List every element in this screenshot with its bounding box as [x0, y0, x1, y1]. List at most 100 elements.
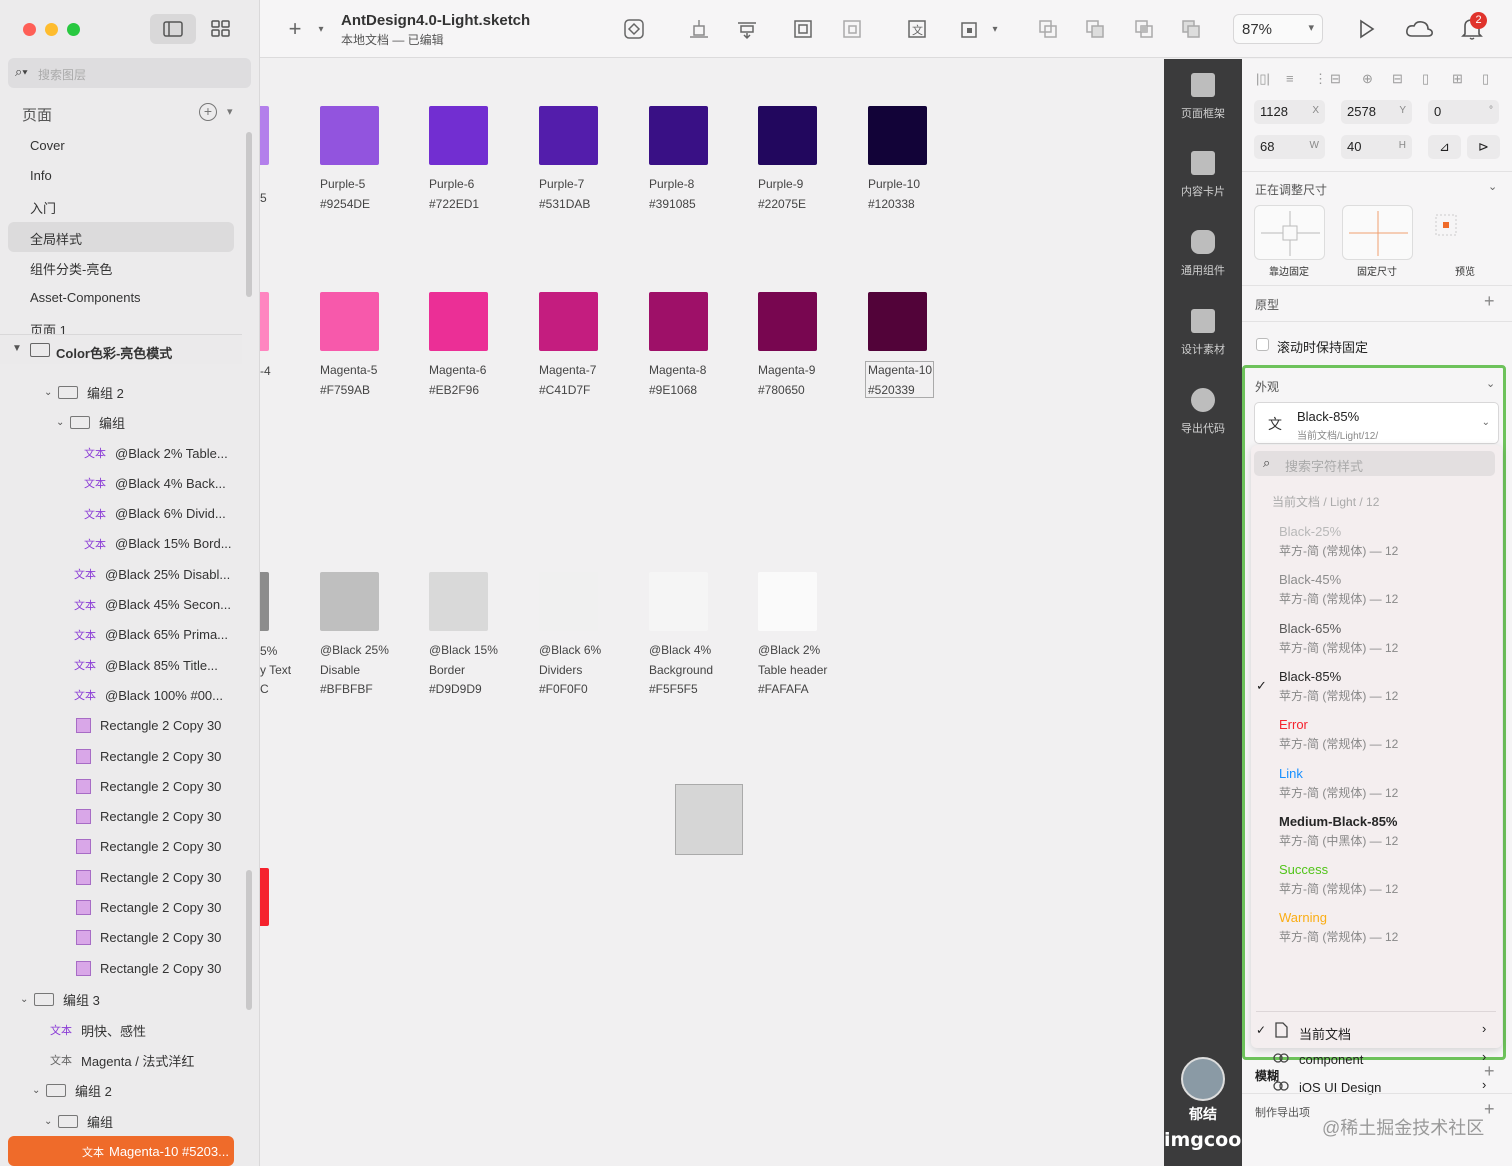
sidebar-toggle-button[interactable]	[150, 14, 196, 44]
layer-text-row[interactable]: 文本 @Black 45% Secon...	[74, 590, 231, 620]
add-page-button[interactable]: +	[199, 103, 217, 121]
layer-group-row[interactable]: ⌄ 编组 2	[32, 1075, 112, 1105]
layer-text-row[interactable]: 文本 @Black 65% Prima...	[74, 620, 228, 650]
chevron-down-icon[interactable]: ▾	[227, 105, 233, 118]
text-style-option[interactable]: Black-65% 苹方-简 (常规体) — 12	[1251, 615, 1502, 663]
design-canvas[interactable]: 5 -4 5% y Text C Purple-5 #9254DE Purple-6…	[260, 59, 1164, 1166]
layer-group-row[interactable]: ⌄ 编组	[56, 407, 125, 437]
content-card-button[interactable]: 内容卡片	[1164, 151, 1242, 199]
color-swatch[interactable]	[758, 572, 817, 631]
layer-text-row[interactable]: 文本 @Black 2% Table...	[84, 438, 228, 468]
intersect-button[interactable]	[1131, 16, 1157, 42]
add-prototype-button[interactable]: +	[1484, 291, 1495, 312]
avatar[interactable]	[1181, 1057, 1225, 1101]
grid-view-button[interactable]	[208, 19, 234, 39]
page-item[interactable]: 入门	[8, 191, 234, 221]
align-hcenter-icon[interactable]: ⊞	[1452, 71, 1468, 87]
align-left-icon[interactable]: |▯|	[1256, 71, 1272, 87]
flip-button[interactable]: ⊿	[1428, 135, 1461, 159]
frame-button[interactable]	[790, 16, 816, 42]
align-center-icon[interactable]: ≡	[1286, 71, 1302, 87]
align-right-edge-icon[interactable]: ▯	[1482, 71, 1498, 87]
page-item[interactable]: 全局样式	[8, 222, 234, 252]
page-frame-button[interactable]: 页面框架	[1164, 73, 1242, 121]
text-style-option[interactable]: Black-25% 苹方-简 (常规体) — 12	[1251, 518, 1502, 566]
layer-rect-row[interactable]: Rectangle 2 Copy 30	[76, 893, 221, 923]
rotation-field[interactable]: 0 °	[1428, 100, 1499, 124]
text-style-option[interactable]: Error 苹方-简 (常规体) — 12	[1251, 711, 1502, 759]
text-style-option[interactable]: ✓ Black-85% 苹方-简 (常规体) — 12	[1251, 663, 1502, 711]
resize-menu-button[interactable]: ▾	[982, 16, 1008, 42]
page-item[interactable]: Asset-Components	[8, 283, 234, 313]
text-style-option[interactable]: Success 苹方-简 (常规体) — 12	[1251, 856, 1502, 904]
align-bottom-button[interactable]	[686, 16, 712, 42]
layer-search-input[interactable]: ⌕▾ 搜索图层	[8, 58, 251, 88]
insert-menu-button[interactable]: ▾	[308, 16, 334, 42]
subtract-button[interactable]	[1082, 16, 1108, 42]
align-bottom-icon[interactable]: ⊟	[1392, 71, 1408, 87]
layer-text-row[interactable]: 文本 @Black 4% Back...	[84, 468, 226, 498]
zoom-select[interactable]: 87% ▾	[1233, 14, 1323, 44]
text-style-option[interactable]: Black-45% 苹方-简 (常规体) — 12	[1251, 566, 1502, 614]
page-item[interactable]: Cover	[8, 131, 234, 161]
ungroup-button[interactable]	[839, 16, 865, 42]
fix-on-scroll-checkbox[interactable]	[1256, 338, 1269, 351]
color-swatch[interactable]	[539, 106, 598, 165]
text-style-select[interactable]: 文 Black-85% 当前文档/Light/12/ ⌄	[1254, 402, 1499, 444]
cloud-button[interactable]	[1405, 16, 1435, 42]
color-swatch[interactable]	[320, 572, 379, 631]
chevron-down-icon[interactable]: ⌄	[32, 1085, 46, 1096]
fixed-size-box[interactable]	[1342, 205, 1413, 260]
selection-box[interactable]	[865, 361, 934, 398]
color-swatch[interactable]	[320, 106, 379, 165]
layer-text-row[interactable]: 文本 @Black 100% #00...	[74, 680, 223, 710]
y-field[interactable]: 2578 Y	[1341, 100, 1412, 124]
text-style-option[interactable]: Medium-Black-85% 苹方-简 (中黑体) — 12	[1251, 808, 1502, 856]
chevron-down-icon[interactable]: ⌄	[1488, 180, 1497, 193]
minimize-window-button[interactable]	[45, 23, 58, 36]
color-swatch[interactable]	[649, 106, 708, 165]
color-swatch[interactable]	[429, 572, 488, 631]
layer-rect-row[interactable]: Rectangle 2 Copy 30	[76, 862, 221, 892]
add-blur-button[interactable]: +	[1484, 1061, 1495, 1082]
layer-group-row[interactable]: ⌄ 编组 3	[20, 984, 100, 1014]
scrollbar[interactable]	[246, 132, 252, 297]
add-export-button[interactable]: +	[1484, 1099, 1495, 1120]
text-frame-button[interactable]: 文	[904, 16, 930, 42]
library-item[interactable]: ✓ 当前文档 ›	[1251, 1019, 1502, 1045]
union-button[interactable]	[1035, 16, 1061, 42]
scrollbar[interactable]	[246, 870, 252, 1010]
layer-rect-row[interactable]: Rectangle 2 Copy 30	[76, 923, 221, 953]
gray-rectangle[interactable]	[675, 784, 743, 855]
chevron-down-icon[interactable]: ⌄	[44, 387, 58, 398]
layer-rect-row[interactable]: Rectangle 2 Copy 30	[76, 802, 221, 832]
common-component-button[interactable]: 通用组件	[1164, 230, 1242, 278]
create-symbol-button[interactable]	[621, 16, 647, 42]
rotate-button[interactable]: ⊳	[1467, 135, 1500, 159]
selected-layer-row[interactable]: 文本 Magenta-10 #5203...	[8, 1136, 234, 1166]
chevron-down-icon[interactable]: ⌄	[56, 417, 70, 428]
color-swatch[interactable]	[320, 292, 379, 351]
layer-artboard-row[interactable]: ▼ Color色彩-亮色模式	[0, 334, 242, 364]
page-item[interactable]: 组件分类-亮色	[8, 252, 234, 282]
text-style-option[interactable]: Link 苹方-简 (常规体) — 12	[1251, 760, 1502, 808]
design-asset-button[interactable]: 设计素材	[1164, 309, 1242, 357]
chevron-down-icon[interactable]: ⌄	[20, 994, 34, 1005]
color-swatch[interactable]	[429, 106, 488, 165]
layer-group-row[interactable]: ⌄ 编组	[44, 1106, 113, 1136]
difference-button[interactable]	[1178, 16, 1204, 42]
chevron-down-icon[interactable]: ⌄	[44, 1116, 58, 1127]
color-swatch[interactable]	[758, 106, 817, 165]
layer-rect-row[interactable]: Rectangle 2 Copy 30	[76, 741, 221, 771]
layer-group-row[interactable]: ⌄ 编组 2	[44, 377, 124, 407]
layer-text-row[interactable]: 文本 Magenta / 法式洋红	[50, 1045, 194, 1075]
chevron-down-icon[interactable]: ⌄	[1486, 377, 1495, 390]
color-swatch[interactable]	[868, 292, 927, 351]
library-item[interactable]: component ›	[1251, 1047, 1502, 1073]
page-item[interactable]: Info	[8, 161, 234, 191]
export-code-button[interactable]: 导出代码	[1164, 388, 1242, 436]
layer-text-row[interactable]: 文本 @Black 6% Divid...	[84, 499, 226, 529]
layer-text-row[interactable]: 文本 @Black 85% Title...	[74, 650, 218, 680]
insert-button[interactable]: +	[282, 16, 308, 42]
color-swatch[interactable]	[539, 292, 598, 351]
